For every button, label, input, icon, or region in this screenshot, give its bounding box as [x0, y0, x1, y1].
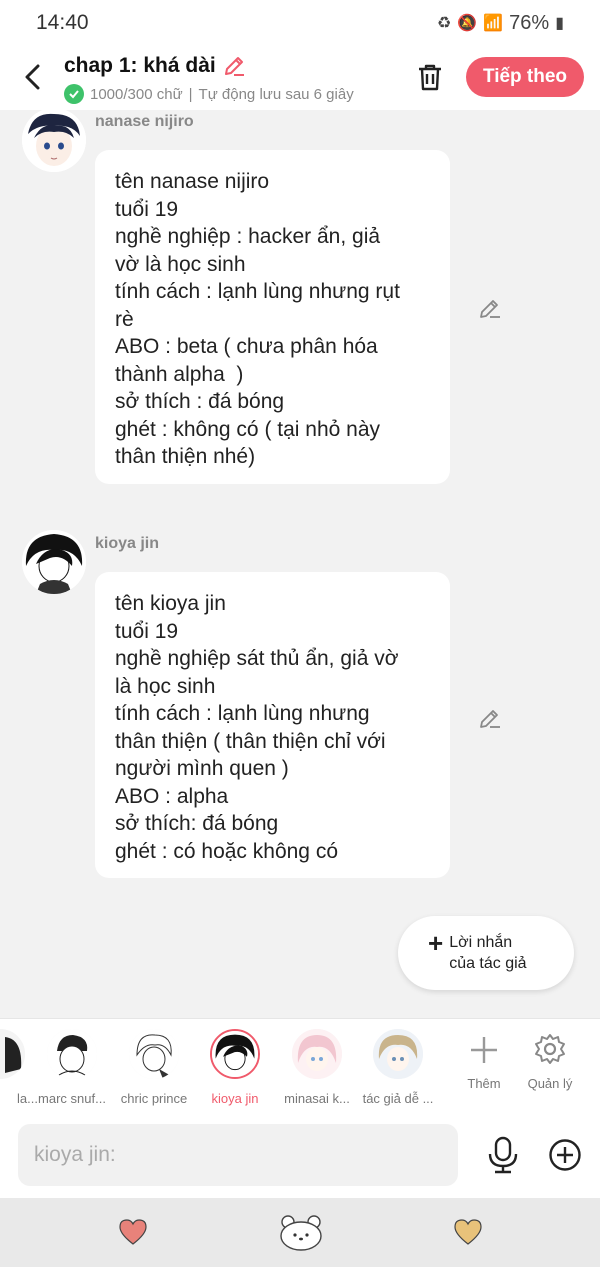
manage-label: Quản lý	[527, 1076, 573, 1091]
message-author: kioya jin	[95, 535, 160, 552]
heart-icon[interactable]	[453, 1218, 483, 1246]
back-arrow-icon	[25, 64, 40, 90]
mic-icon[interactable]	[486, 1136, 520, 1174]
word-count: 1000/300 chữ	[90, 85, 183, 103]
bear-icon[interactable]	[278, 1212, 324, 1252]
recycle-icon: ♻	[436, 15, 452, 32]
avatar-image	[22, 530, 86, 594]
delete-button[interactable]	[414, 60, 446, 94]
chapter-title[interactable]: chap 1: khá dài	[64, 54, 246, 78]
gear-icon	[535, 1034, 565, 1064]
mute-icon: 🔕	[457, 15, 478, 32]
check-icon	[64, 84, 84, 104]
author-note-button[interactable]: + Lời nhắn của tác giả	[398, 916, 574, 990]
status-bar: 14:40 ♻ 🔕 📶 76% ▮	[0, 0, 600, 46]
character-avatar	[292, 1029, 342, 1079]
avatar-nanase[interactable]	[22, 108, 86, 172]
status-icons: ♻ 🔕 📶 76% ▮	[437, 12, 564, 35]
chapter-title-text: chap 1: khá dài	[64, 54, 216, 77]
editor-header: chap 1: khá dài 1000/300 chữ | Tự động l…	[0, 46, 600, 110]
status-time: 14:40	[36, 11, 89, 34]
character-item[interactable]: tác giả dễ ...	[358, 1029, 438, 1106]
add-character-button[interactable]: Thêm	[454, 1029, 514, 1091]
edit-icon[interactable]	[478, 296, 502, 320]
message-bubble[interactable]: tên kioya jin tuổi 19 nghề nghiệp sát th…	[95, 572, 450, 878]
next-button[interactable]: Tiếp theo	[466, 57, 584, 97]
character-label: minasai k...	[284, 1091, 350, 1106]
message-bubble[interactable]: tên nanase nijiro tuổi 19 nghề nghiệp : …	[95, 150, 450, 484]
character-label: chric prince	[120, 1091, 188, 1106]
plus-icon: +	[428, 928, 444, 958]
character-item[interactable]: minasai k...	[277, 1029, 357, 1106]
battery-percent: 76%	[509, 11, 550, 34]
trash-icon	[419, 64, 441, 91]
character-label: tác giả dễ ...	[362, 1091, 434, 1106]
chapter-status: 1000/300 chữ | Tự động lưu sau 6 giây	[64, 84, 394, 104]
author-note-label: Lời nhắn của tác giả	[449, 934, 527, 972]
add-label: Thêm	[467, 1076, 501, 1091]
battery-icon: ▮	[555, 15, 564, 32]
character-item[interactable]: marc snuf...	[32, 1029, 112, 1106]
character-avatar	[47, 1029, 97, 1079]
character-avatar	[210, 1029, 260, 1079]
character-bar: la... marc snuf... chric prince kioya ji…	[0, 1018, 600, 1112]
character-item[interactable]: kioya jin	[195, 1029, 275, 1106]
message-author: nanase nijiro	[95, 113, 194, 130]
edit-icon[interactable]	[478, 706, 502, 730]
message-input[interactable]	[18, 1124, 458, 1186]
heart-icon[interactable]	[118, 1218, 148, 1246]
bottom-bar	[0, 1198, 600, 1267]
manage-button[interactable]: Quản lý	[520, 1029, 580, 1091]
composer	[0, 1112, 600, 1198]
autosave-text: Tự động lưu sau 6 giây	[198, 85, 354, 103]
character-item[interactable]: chric prince	[114, 1029, 194, 1106]
character-avatar	[129, 1029, 179, 1079]
plus-icon	[471, 1037, 497, 1063]
character-avatar	[0, 1029, 25, 1079]
avatar-image	[22, 108, 86, 172]
character-avatar	[373, 1029, 423, 1079]
character-label: kioya jin	[211, 1091, 259, 1106]
divider: |	[188, 85, 193, 103]
add-circle-icon[interactable]	[548, 1138, 582, 1172]
character-label: marc snuf...	[38, 1091, 106, 1106]
pencil-icon	[224, 57, 244, 76]
avatar-kioya[interactable]	[22, 530, 86, 594]
wifi-icon: 📶	[483, 15, 504, 32]
back-button[interactable]	[18, 60, 48, 94]
